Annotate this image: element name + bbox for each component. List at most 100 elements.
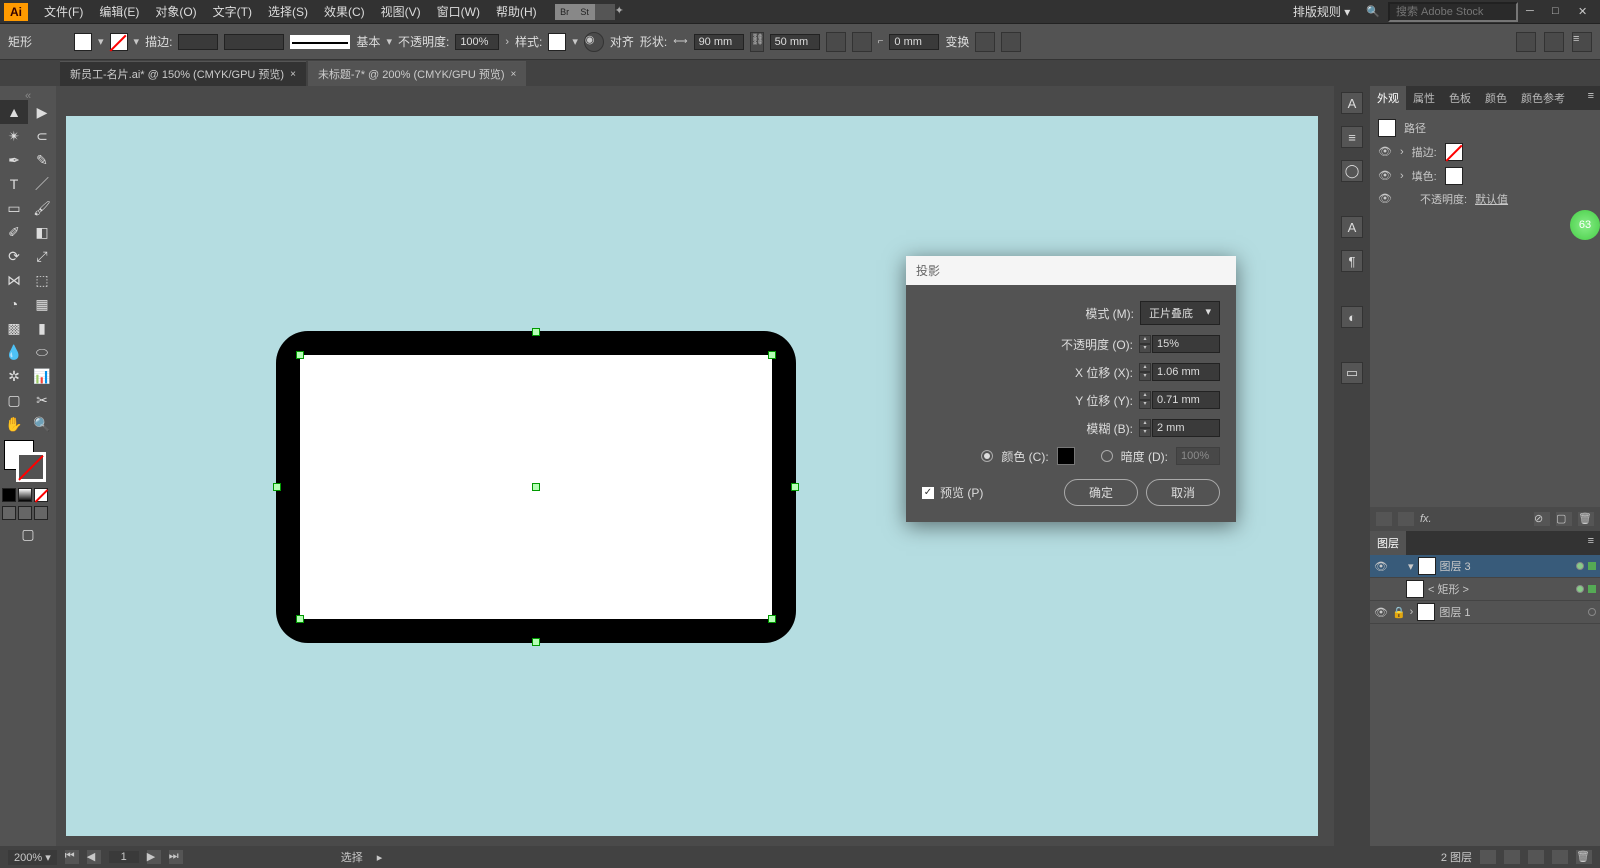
nav-prev[interactable]: ◀ xyxy=(87,850,101,864)
sb-icon-3[interactable] xyxy=(1528,850,1544,864)
pf-icon-2[interactable] xyxy=(1398,512,1414,526)
menu-type[interactable]: 文字(T) xyxy=(205,3,260,20)
gpu-icon[interactable]: ✦ xyxy=(615,4,635,20)
type-tool[interactable]: T xyxy=(0,172,28,196)
eye-icon[interactable]: 👁 xyxy=(1374,606,1388,619)
dock-char-icon[interactable]: A xyxy=(1341,92,1363,114)
opacity-up[interactable]: ▴ xyxy=(1139,335,1151,344)
canvas[interactable]: 投影 模式 (M): 正片叠底▾ 不透明度 (O): ▴▾ X 位移 (X): … xyxy=(56,86,1334,846)
dock-circle-icon[interactable]: ◯ xyxy=(1341,160,1363,182)
target-icon[interactable] xyxy=(1576,585,1584,593)
doc-tab-1[interactable]: 未标题-7* @ 200% (CMYK/GPU 预览)× xyxy=(308,61,526,86)
free-transform-tool[interactable]: ⬚ xyxy=(28,268,56,292)
handle-tc[interactable] xyxy=(532,328,540,336)
handle-center[interactable] xyxy=(532,483,540,491)
dock-char2-icon[interactable]: A xyxy=(1341,216,1363,238)
graph-tool[interactable]: 📊 xyxy=(28,364,56,388)
dock-para-icon[interactable]: ¶ xyxy=(1341,250,1363,272)
y-down[interactable]: ▾ xyxy=(1139,400,1151,409)
gradient-tool[interactable]: ▮ xyxy=(28,316,56,340)
magic-wand-tool[interactable]: ✴ xyxy=(0,124,28,148)
nav-last[interactable]: ⏭ xyxy=(169,850,183,864)
style-swatch[interactable] xyxy=(548,33,566,51)
expand-icon[interactable]: ▾ xyxy=(1408,560,1414,573)
layer-row-2[interactable]: 👁 🔒 › 图层 1 xyxy=(1370,601,1600,624)
sb-icon-2[interactable] xyxy=(1504,850,1520,864)
pf-icon-del[interactable]: 🗑 xyxy=(1578,512,1594,526)
corner-icon-2[interactable] xyxy=(852,32,872,52)
layers-menu-icon[interactable]: ≡ xyxy=(1582,531,1600,555)
expand-icon[interactable]: › xyxy=(1410,606,1414,618)
handle-bc[interactable] xyxy=(532,638,540,646)
blur-up[interactable]: ▴ xyxy=(1139,419,1151,428)
mode-select[interactable]: 正片叠底▾ xyxy=(1140,301,1220,325)
eyedropper-tool[interactable]: 💧 xyxy=(0,340,28,364)
shaper-tool[interactable]: ✐ xyxy=(0,220,28,244)
rectangle-tool[interactable]: ▭ xyxy=(0,196,28,220)
stroke-preview[interactable] xyxy=(290,35,350,49)
selection-tool[interactable]: ▲ xyxy=(0,100,28,124)
scrollbar-vertical[interactable] xyxy=(1318,86,1334,846)
target-icon[interactable] xyxy=(1588,608,1596,616)
direct-selection-tool[interactable]: ▶ xyxy=(28,100,56,124)
none-mode-btn[interactable] xyxy=(34,488,48,502)
eye-icon-3[interactable]: 👁 xyxy=(1378,192,1392,206)
fill-swatch[interactable] xyxy=(74,33,92,51)
fx-icon[interactable]: fx. xyxy=(1420,513,1432,525)
screen-mode-1[interactable] xyxy=(2,506,16,520)
line-tool[interactable]: ／ xyxy=(28,172,56,196)
corner-input[interactable] xyxy=(889,34,939,50)
isolate-icon[interactable] xyxy=(975,32,995,52)
rotate-tool[interactable]: ⟳ xyxy=(0,244,28,268)
menu-edit[interactable]: 编辑(E) xyxy=(91,3,147,20)
recolor-icon[interactable]: ◉ xyxy=(584,32,604,52)
bridge-icon[interactable]: Br xyxy=(555,4,575,20)
handle-br[interactable] xyxy=(768,615,776,623)
stroke-dropdown[interactable]: ▾ xyxy=(134,35,140,48)
x-up[interactable]: ▴ xyxy=(1139,363,1151,372)
zoom-select[interactable]: 200% ▾ xyxy=(8,850,57,865)
opacity-input[interactable] xyxy=(455,34,499,50)
blur-down[interactable]: ▾ xyxy=(1139,428,1151,437)
shape-builder-tool[interactable]: ◔ xyxy=(0,292,28,316)
pf-icon-clear[interactable]: ⊘ xyxy=(1534,512,1550,526)
stroke-swatch[interactable] xyxy=(110,33,128,51)
sb-icon-del[interactable]: 🗑 xyxy=(1576,850,1592,864)
ctrl-right-2[interactable] xyxy=(1544,32,1564,52)
minimize-icon[interactable]: ─ xyxy=(1526,5,1544,19)
layer-name[interactable]: 图层 1 xyxy=(1439,604,1584,620)
color-mode-btn[interactable] xyxy=(2,488,16,502)
symbol-sprayer-tool[interactable]: ✲ xyxy=(0,364,28,388)
fill-dropdown[interactable]: ▾ xyxy=(98,35,104,48)
nav-next[interactable]: ▶ xyxy=(147,850,161,864)
search-stock-input[interactable] xyxy=(1388,2,1518,22)
sb-icon-1[interactable] xyxy=(1480,850,1496,864)
y-offset-input[interactable] xyxy=(1152,391,1220,409)
menu-select[interactable]: 选择(S) xyxy=(260,3,316,20)
menu-effect[interactable]: 效果(C) xyxy=(316,3,373,20)
tab-close-1[interactable]: × xyxy=(511,69,517,80)
tab-properties[interactable]: 属性 xyxy=(1406,86,1442,110)
handle-tl[interactable] xyxy=(296,351,304,359)
appr-stroke-swatch[interactable] xyxy=(1445,143,1463,161)
curvature-tool[interactable]: ✎ xyxy=(28,148,56,172)
tab-appearance[interactable]: 外观 xyxy=(1370,86,1406,110)
appr-opacity-value[interactable]: 默认值 xyxy=(1475,191,1508,207)
width-tool[interactable]: ⋈ xyxy=(0,268,28,292)
layer-name[interactable]: < 矩形 > xyxy=(1428,581,1572,597)
eye-icon-2[interactable]: 👁 xyxy=(1378,169,1392,183)
height-input[interactable] xyxy=(770,34,820,50)
arrange-icon[interactable] xyxy=(595,4,615,20)
handle-bl[interactable] xyxy=(296,615,304,623)
menu-help[interactable]: 帮助(H) xyxy=(488,3,545,20)
target-icon[interactable] xyxy=(1576,562,1584,570)
lock-icon[interactable]: 🔒 xyxy=(1392,606,1406,619)
artboard-tool[interactable]: ▢ xyxy=(0,388,28,412)
handle-cr[interactable] xyxy=(791,483,799,491)
gradient-mode-btn[interactable] xyxy=(18,488,32,502)
tab-close-0[interactable]: × xyxy=(290,69,296,80)
handle-cl[interactable] xyxy=(273,483,281,491)
transform-label[interactable]: 变换 xyxy=(945,33,969,50)
menu-view[interactable]: 视图(V) xyxy=(373,3,429,20)
width-input[interactable] xyxy=(694,34,744,50)
